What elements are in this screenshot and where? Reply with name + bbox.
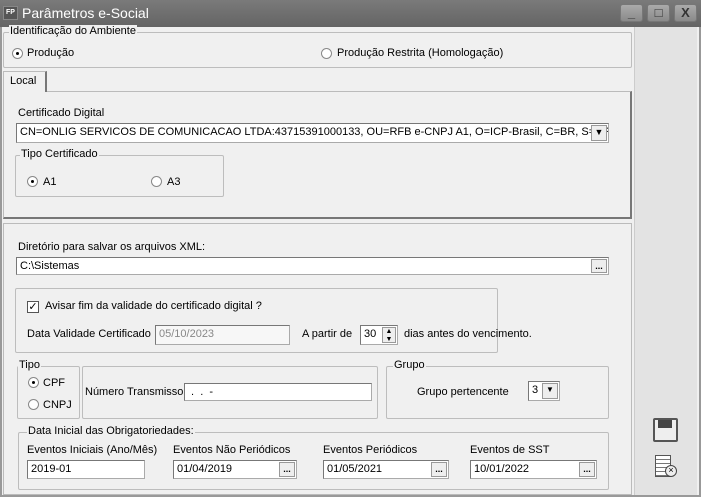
diretorio-input[interactable]: C:\Sistemas... — [16, 257, 609, 275]
ambiente-group: Identificação do Ambiente — [3, 25, 632, 68]
radio-cpf-label: CPF — [43, 377, 65, 389]
dropdown-arrow-icon[interactable]: ▼ — [591, 125, 607, 141]
window-title: Parâmetros e-Social — [22, 5, 149, 21]
minimize-button[interactable]: _ — [620, 4, 643, 22]
maximize-button[interactable]: □ — [647, 4, 670, 22]
radio-a3-label: A3 — [167, 176, 181, 188]
apartir-label: A partir de — [302, 328, 353, 340]
radio-cnpj-label: CNPJ — [43, 399, 72, 411]
date-picker-button[interactable]: ... — [431, 462, 447, 477]
grupo-legend: Grupo — [393, 359, 426, 371]
eventos-periodicos-label: Eventos Periódicos — [323, 444, 418, 456]
tipo-group: Tipo — [17, 359, 80, 419]
radio-a3[interactable] — [151, 176, 162, 187]
eventos-periodicos-input[interactable]: 01/05/2021... — [323, 460, 449, 479]
certificado-label: Certificado Digital — [18, 107, 105, 119]
diretorio-value: C:\Sistemas — [20, 260, 80, 272]
dias-suffix: dias antes do vencimento. — [404, 328, 532, 340]
app-icon: FP — [3, 6, 18, 20]
eventos-iniciais-label: Eventos Iniciais (Ano/Mês) — [27, 444, 158, 456]
eventos-periodicos-value: 01/05/2021 — [327, 463, 383, 475]
radio-producao-restrita-label: Produção Restrita (Homologação) — [337, 47, 504, 59]
radio-producao[interactable] — [12, 48, 23, 59]
grupo-pertencente-label: Grupo pertencente — [417, 386, 509, 398]
tipo-certificado-legend: Tipo Certificado — [20, 148, 99, 160]
date-picker-button[interactable]: ... — [279, 462, 295, 477]
tab-local[interactable]: Local — [3, 71, 47, 92]
eventos-iniciais-input[interactable]: 2019-01 — [27, 460, 145, 479]
eventos-nao-periodicos-value: 01/04/2019 — [177, 463, 233, 475]
grupo-select[interactable]: 3 ▼ — [528, 381, 560, 401]
date-picker-button[interactable]: ... — [579, 462, 595, 477]
radio-cpf[interactable] — [28, 377, 39, 388]
radio-producao-label: Produção — [27, 47, 75, 59]
grupo-value: 3 — [532, 384, 539, 396]
dias-spinner[interactable]: 30 ▲ ▼ — [360, 325, 398, 345]
radio-producao-restrita[interactable] — [321, 48, 332, 59]
obrigatoriedades-legend: Data Inicial das Obrigatoriedades: — [27, 425, 195, 437]
tipo-legend: Tipo — [18, 359, 41, 371]
radio-cnpj[interactable] — [28, 399, 39, 410]
save-icon[interactable] — [653, 418, 678, 442]
aviso-checkbox-label: Avisar fim da validade do certificado di… — [45, 300, 262, 312]
cancel-x-icon: × — [665, 465, 677, 477]
dropdown-arrow-icon[interactable]: ▼ — [542, 383, 558, 399]
radio-a1[interactable] — [27, 176, 38, 187]
diretorio-label: Diretório para salvar os arquivos XML: — [18, 241, 206, 253]
browse-button[interactable]: ... — [591, 259, 607, 273]
eventos-sst-value: 10/01/2022 — [474, 463, 530, 475]
data-validade-label: Data Validade Certificado — [27, 328, 151, 340]
aviso-checkbox[interactable]: ✓ — [27, 301, 39, 313]
ambiente-legend: Identificação do Ambiente — [9, 25, 137, 37]
numero-transmissor-label: Número Transmissor — [85, 386, 188, 398]
certificado-select[interactable]: CN=ONLIG SERVICOS DE COMUNICACAO LTDA:43… — [16, 123, 609, 143]
dias-value: 30 — [364, 328, 377, 340]
eventos-sst-input[interactable]: 10/01/2022... — [470, 460, 597, 479]
data-validade-input[interactable]: 05/10/2023 — [155, 325, 290, 345]
spinner-arrows-icon[interactable]: ▲ ▼ — [382, 327, 396, 343]
eventos-sst-label: Eventos de SST — [470, 444, 550, 456]
close-button[interactable]: X — [674, 4, 697, 22]
eventos-nao-periodicos-input[interactable]: 01/04/2019... — [173, 460, 297, 479]
numero-transmissor-input[interactable]: . . - — [184, 383, 372, 401]
eventos-nao-periodicos-label: Eventos Não Periódicos — [173, 444, 291, 456]
radio-a1-label: A1 — [43, 176, 57, 188]
certificado-value: CN=ONLIG SERVICOS DE COMUNICACAO LTDA:43… — [20, 126, 609, 138]
